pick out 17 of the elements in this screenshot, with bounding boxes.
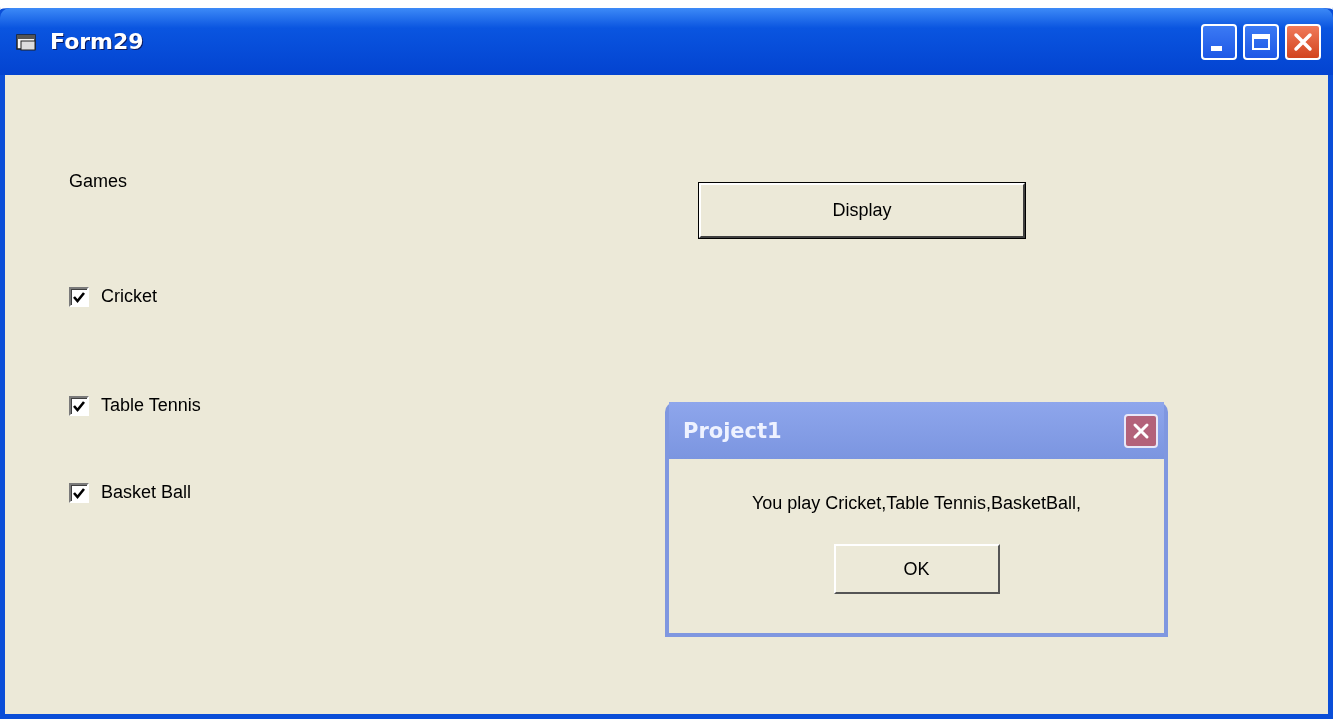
close-icon <box>1292 30 1314 53</box>
close-button[interactable] <box>1124 413 1158 448</box>
minimize-button[interactable] <box>1201 23 1237 60</box>
form-icon <box>16 31 38 52</box>
checkbox-label[interactable]: Table Tennis <box>101 395 201 416</box>
checkbox[interactable] <box>69 395 89 416</box>
ok-button[interactable]: OK <box>833 544 1000 594</box>
checkbox[interactable] <box>69 286 89 307</box>
checkbox-label[interactable]: Basket Ball <box>101 482 192 503</box>
dialog-title: Project1 <box>683 418 782 443</box>
maximize-button[interactable] <box>1243 23 1279 60</box>
display-button[interactable]: Display <box>699 183 1025 238</box>
checkbox-label[interactable]: Cricket <box>101 286 157 307</box>
dialog-message: You play Cricket,Table Tennis,BasketBall, <box>751 493 1082 514</box>
games-label: Games <box>69 171 128 192</box>
checkbox[interactable] <box>69 482 89 503</box>
window-title: Form29 <box>50 29 144 54</box>
